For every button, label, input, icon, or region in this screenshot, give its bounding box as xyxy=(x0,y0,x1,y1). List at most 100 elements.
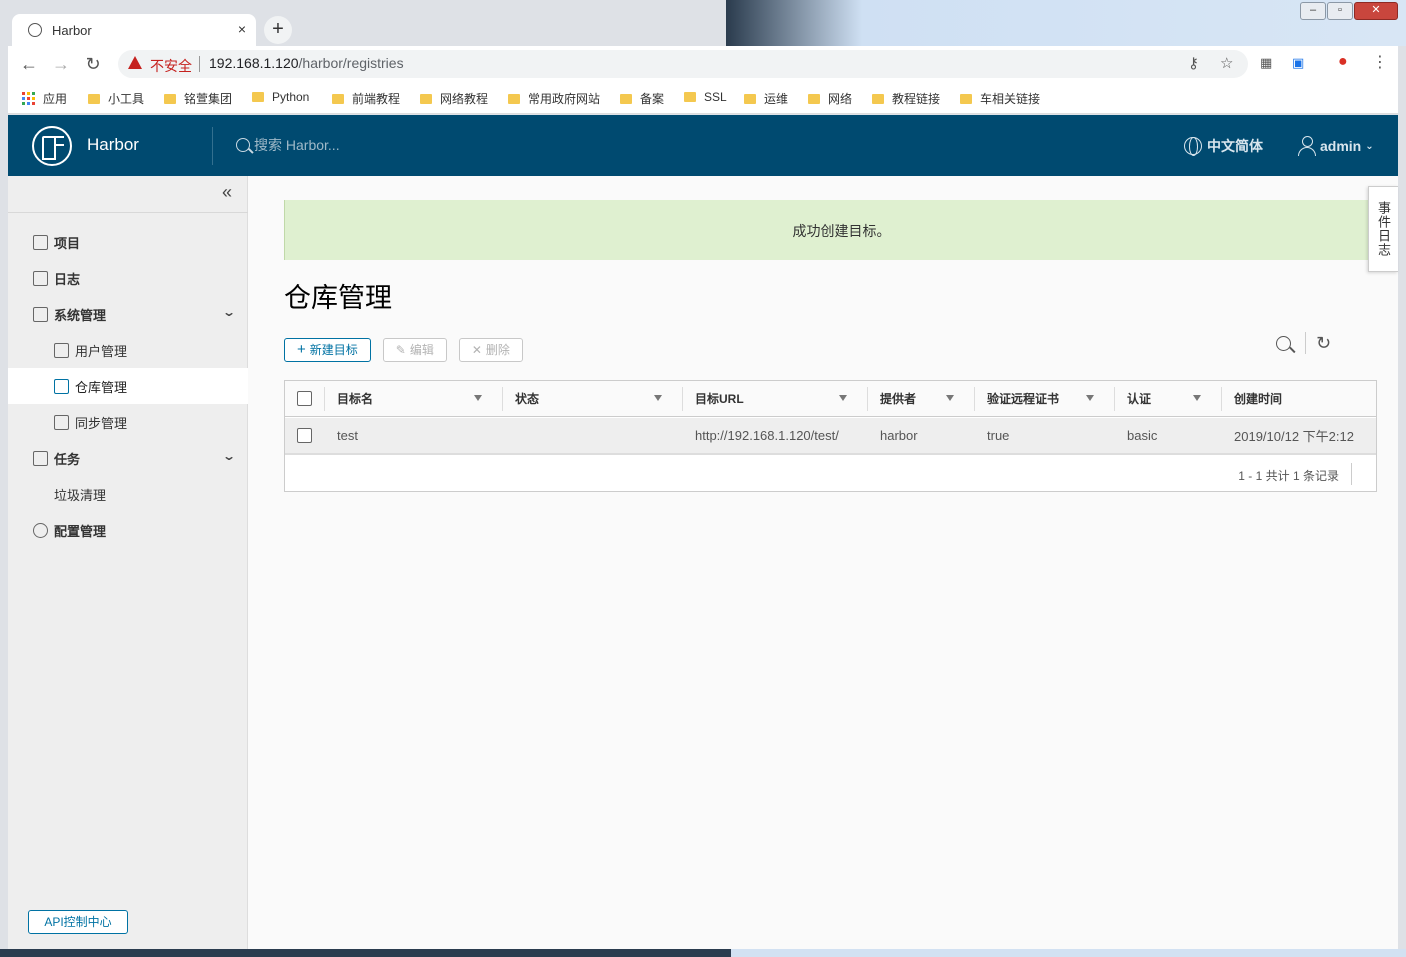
globe-icon xyxy=(1184,137,1202,156)
sidebar-item-label: 日志 xyxy=(54,271,81,287)
page-title: 仓库管理 xyxy=(284,283,392,313)
sidebar-item-projects[interactable]: 项目 xyxy=(8,224,248,260)
bookmark-item[interactable]: SSL xyxy=(684,90,727,104)
event-log-tab[interactable]: 事件日志 xyxy=(1368,186,1398,272)
brand-name[interactable]: Harbor xyxy=(87,135,139,155)
sidebar-item-configuration[interactable]: 配置管理 xyxy=(8,512,248,548)
reload-icon[interactable]: ↻ xyxy=(82,53,104,75)
collapse-sidebar-icon[interactable]: « xyxy=(222,182,232,203)
folder-icon xyxy=(684,92,696,102)
browser-tab[interactable]: Harbor × xyxy=(12,14,256,46)
bookmark-item[interactable]: 小工具 xyxy=(88,90,144,107)
filter-icon[interactable] xyxy=(839,394,847,401)
column-header[interactable]: 创建时间 xyxy=(1222,387,1376,411)
new-target-button[interactable]: + 新建目标 xyxy=(284,338,371,362)
api-explorer-button[interactable]: API控制中心 xyxy=(28,910,128,934)
sidebar-item-registries[interactable]: 仓库管理 xyxy=(8,368,248,404)
bookmark-item[interactable]: 车相关链接 xyxy=(960,90,1040,107)
harbor-logo-icon[interactable] xyxy=(32,126,72,166)
address-bar[interactable]: 不安全 192.168.1.120/harbor/registries ⚷ ☆ xyxy=(118,50,1248,78)
sidebar-item-users[interactable]: 用户管理 xyxy=(8,332,248,368)
filter-icon[interactable] xyxy=(474,394,482,401)
user-icon xyxy=(1298,136,1316,156)
insecure-label[interactable]: 不安全 xyxy=(150,56,192,76)
folder-icon xyxy=(808,93,820,104)
sidebar-item-label: 垃圾清理 xyxy=(54,487,107,503)
table-row[interactable]: test http://192.168.1.120/test/harbor true… xyxy=(285,418,1376,455)
menu-kebab-icon[interactable]: ⋮ xyxy=(1372,52,1388,72)
tools-divider xyxy=(1305,332,1306,354)
filter-icon[interactable] xyxy=(654,394,662,401)
forward-arrow-icon[interactable]: → xyxy=(50,53,72,75)
key-icon[interactable]: ⚷ xyxy=(1188,54,1199,72)
filter-search-icon[interactable] xyxy=(1276,335,1291,351)
window-controls: – ▫ ✕ xyxy=(1300,2,1398,20)
select-all-checkbox[interactable] xyxy=(297,391,312,406)
chevron-down-icon: ⌄ xyxy=(1365,140,1374,152)
url-host: 192.168.1.120 xyxy=(209,55,299,71)
table-header: 目标名 状态 目标URL 提供者 验证远程证书 认证 创建时间 xyxy=(285,381,1376,417)
bookmark-item[interactable]: 运维 xyxy=(744,90,788,107)
global-search[interactable]: 搜索 Harbor... xyxy=(236,135,340,155)
filter-icon[interactable] xyxy=(1193,394,1201,401)
translate-extension-icon[interactable]: ▣ xyxy=(1292,55,1304,71)
bookmark-item[interactable]: 前端教程 xyxy=(332,90,400,107)
chevron-down-icon[interactable]: ⌄ xyxy=(222,449,236,463)
bookmark-item[interactable]: 铭萱集团 xyxy=(164,90,232,107)
profile-extension-icon[interactable]: ● xyxy=(1338,53,1348,71)
back-arrow-icon[interactable]: ← xyxy=(18,53,40,75)
bookmark-star-icon[interactable]: ☆ xyxy=(1220,54,1233,72)
user-menu[interactable]: admin ⌄ xyxy=(1298,136,1374,156)
column-header-label: 目标名 xyxy=(337,392,374,406)
tab-close-icon[interactable]: × xyxy=(238,21,246,37)
column-header[interactable]: 验证远程证书 xyxy=(975,386,1115,411)
chevron-down-icon[interactable]: ⌄ xyxy=(222,305,236,319)
qr-extension-icon[interactable]: ▦ xyxy=(1260,55,1272,71)
x-icon: ✕ xyxy=(471,343,482,357)
bookmark-item[interactable]: 常用政府网站 xyxy=(508,90,600,107)
bookmark-label: 小工具 xyxy=(108,92,145,106)
bookmark-item[interactable]: Python xyxy=(252,90,309,104)
tab-strip: Harbor × + xyxy=(8,12,728,46)
column-header-label: 目标URL xyxy=(695,392,744,406)
filter-icon[interactable] xyxy=(946,394,954,401)
folder-icon xyxy=(164,93,176,104)
registries-datagrid: 目标名 状态 目标URL 提供者 验证远程证书 认证 创建时间 test http://192… xyxy=(284,380,1377,492)
sidebar-divider xyxy=(8,212,248,213)
url-text[interactable]: 192.168.1.120/harbor/registries xyxy=(209,55,404,71)
filter-icon[interactable] xyxy=(1086,394,1094,401)
action-bar: + 新建目标 ✎ 编辑 ✕ 删除 xyxy=(284,338,523,362)
document-icon xyxy=(33,270,48,286)
column-header[interactable]: 状态 xyxy=(503,386,683,411)
maximize-button[interactable]: ▫ xyxy=(1327,2,1353,20)
window-bottom-edge xyxy=(0,949,1406,957)
apps-grid-icon xyxy=(22,92,35,105)
new-tab-button[interactable]: + xyxy=(264,16,292,44)
sidebar-item-replications[interactable]: 同步管理 xyxy=(8,404,248,440)
sidebar-item-garbage-collection[interactable]: 垃圾清理 xyxy=(8,476,248,512)
sidebar-item-logs[interactable]: 日志 xyxy=(8,260,248,296)
sidebar-item-administration[interactable]: 系统管理 ⌄ xyxy=(8,296,248,332)
bookmark-label: 常用政府网站 xyxy=(528,92,601,106)
bookmark-item[interactable]: 网络 xyxy=(808,90,852,107)
delete-button[interactable]: ✕ 删除 xyxy=(458,338,523,362)
header-divider xyxy=(212,127,213,165)
column-header[interactable]: 提供者 xyxy=(868,386,975,411)
column-header[interactable]: 目标名 xyxy=(325,386,503,411)
column-header[interactable]: 目标URL xyxy=(683,386,868,411)
refresh-icon[interactable]: ↻ xyxy=(1316,333,1331,354)
language-selector[interactable]: 中文简体 xyxy=(1184,136,1263,156)
edit-button[interactable]: ✎ 编辑 xyxy=(382,338,447,362)
bookmark-item[interactable]: 教程链接 xyxy=(872,90,940,107)
sidebar-item-tasks[interactable]: 任务 ⌄ xyxy=(8,440,248,476)
row-select-cell xyxy=(285,418,325,453)
minimize-button[interactable]: – xyxy=(1300,2,1326,20)
bookmark-item[interactable]: 网络教程 xyxy=(420,90,488,107)
row-checkbox[interactable] xyxy=(297,428,312,443)
bookmark-item[interactable]: 应用 xyxy=(22,90,67,107)
bookmark-item[interactable]: 备案 xyxy=(620,90,664,107)
search-input[interactable]: 搜索 Harbor... xyxy=(254,135,340,155)
column-header[interactable]: 认证 xyxy=(1115,386,1222,411)
user-name: admin xyxy=(1320,138,1362,154)
window-close-button[interactable]: ✕ xyxy=(1354,2,1398,20)
